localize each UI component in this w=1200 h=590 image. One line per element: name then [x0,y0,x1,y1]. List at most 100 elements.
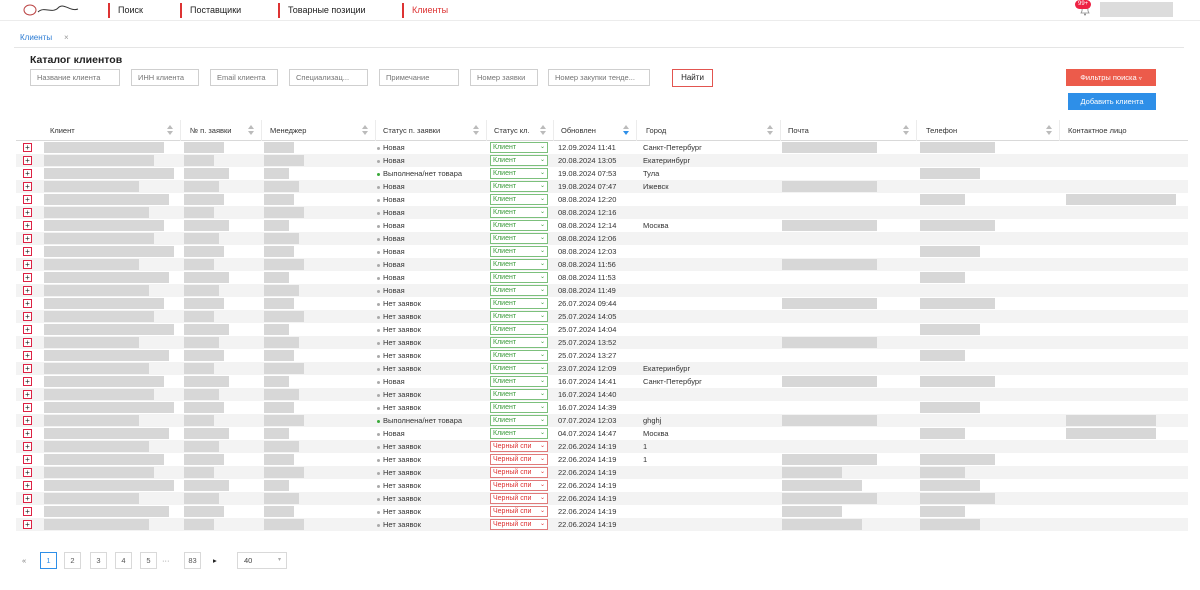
expand-row-icon[interactable]: + [23,208,32,217]
client-status-select[interactable]: Клиент ⌄ [490,350,548,361]
nav-search[interactable]: Поиск [108,3,143,18]
find-button[interactable]: Найти [672,69,713,87]
search-filters-button[interactable]: Фильтры поиска ▿ [1066,69,1156,86]
expand-row-icon[interactable]: + [23,143,32,152]
client-status-select[interactable]: Клиент ⌄ [490,194,548,205]
table-row[interactable]: + Новая Клиент ⌄ 08.08.2024 11:53 [16,271,1188,284]
col-contact[interactable]: Контактное лицо [1062,120,1188,141]
col-manager[interactable]: Менеджер [264,120,376,141]
expand-row-icon[interactable]: + [23,247,32,256]
sort-icon[interactable] [167,125,174,136]
table-row[interactable]: + Новая Клиент ⌄ 19.08.2024 07:47 Ижевск [16,180,1188,193]
expand-row-icon[interactable]: + [23,455,32,464]
table-row[interactable]: + Выполнена/нет товара Клиент ⌄ 19.08.2024 0… [16,167,1188,180]
request-number-input[interactable] [470,69,538,86]
table-row[interactable]: + Нет заявок Клиент ⌄ 25.07.2024 14:05 [16,310,1188,323]
logo-icon[interactable] [22,3,82,17]
table-row[interactable]: + Выполнена/нет товара Клиент ⌄ 07.07.2024 1… [16,414,1188,427]
col-phone[interactable]: Телефон [920,120,1060,141]
expand-row-icon[interactable]: + [23,182,32,191]
expand-row-icon[interactable]: + [23,390,32,399]
table-row[interactable]: + Новая Клиент ⌄ 08.08.2024 12:14 Москва [16,219,1188,232]
expand-row-icon[interactable]: + [23,195,32,204]
client-status-select[interactable]: Черный спи ⌄ [490,506,548,517]
expand-row-icon[interactable]: + [23,169,32,178]
table-row[interactable]: + Нет заявок Клиент ⌄ 16.07.2024 14:40 [16,388,1188,401]
expand-row-icon[interactable]: + [23,260,32,269]
expand-row-icon[interactable]: + [23,234,32,243]
expand-row-icon[interactable]: + [23,520,32,529]
expand-row-icon[interactable]: + [23,481,32,490]
col-city[interactable]: Город [640,120,781,141]
client-status-select[interactable]: Клиент ⌄ [490,207,548,218]
client-status-select[interactable]: Клиент ⌄ [490,337,548,348]
client-status-select[interactable]: Черный спи ⌄ [490,519,548,530]
page-size-select[interactable]: 40 ▾ [237,552,287,569]
table-row[interactable]: + Нет заявок Черный спи ⌄ 22.06.2024 14:19 [16,492,1188,505]
table-row[interactable]: + Нет заявок Клиент ⌄ 25.07.2024 14:04 [16,323,1188,336]
sort-icon[interactable] [1046,125,1053,136]
col-request-no[interactable]: № п. заявки [184,120,262,141]
table-row[interactable]: + Нет заявок Черный спи ⌄ 22.06.2024 14:19 [16,505,1188,518]
client-status-select[interactable]: Черный спи ⌄ [490,454,548,465]
specialization-input[interactable] [289,69,368,86]
table-row[interactable]: + Нет заявок Черный спи ⌄ 22.06.2024 14:19 [16,479,1188,492]
nav-products[interactable]: Товарные позиции [278,3,366,18]
expand-row-icon[interactable]: + [23,377,32,386]
note-input[interactable] [379,69,459,86]
close-icon[interactable]: × [64,33,69,42]
tender-number-input[interactable] [548,69,650,86]
expand-row-icon[interactable]: + [23,351,32,360]
client-status-select[interactable]: Клиент ⌄ [490,428,548,439]
client-status-select[interactable]: Черный спи ⌄ [490,493,548,504]
table-row[interactable]: + Новая Клиент ⌄ 04.07.2024 14:47 Москва [16,427,1188,440]
expand-row-icon[interactable]: + [23,507,32,516]
table-row[interactable]: + Нет заявок Черный спи ⌄ 22.06.2024 14:19 [16,518,1188,531]
client-status-select[interactable]: Черный спи ⌄ [490,480,548,491]
table-row[interactable]: + Новая Клиент ⌄ 08.08.2024 12:16 [16,206,1188,219]
client-status-select[interactable]: Клиент ⌄ [490,272,548,283]
expand-row-icon[interactable]: + [23,221,32,230]
table-row[interactable]: + Нет заявок Клиент ⌄ 25.07.2024 13:27 [16,349,1188,362]
client-status-select[interactable]: Клиент ⌄ [490,155,548,166]
client-status-select[interactable]: Клиент ⌄ [490,402,548,413]
expand-row-icon[interactable]: + [23,338,32,347]
expand-row-icon[interactable]: + [23,416,32,425]
expand-row-icon[interactable]: + [23,273,32,282]
table-row[interactable]: + Нет заявок Клиент ⌄ 25.07.2024 13:52 [16,336,1188,349]
table-row[interactable]: + Новая Клиент ⌄ 08.08.2024 12:03 [16,245,1188,258]
table-row[interactable]: + Нет заявок Клиент ⌄ 23.07.2024 12:09 Екатер… [16,362,1188,375]
prev-page-icon[interactable]: « [22,552,26,569]
client-status-select[interactable]: Клиент ⌄ [490,168,548,179]
client-status-select[interactable]: Клиент ⌄ [490,142,548,153]
page-3[interactable]: 3 [90,552,107,569]
table-row[interactable]: + Нет заявок Клиент ⌄ 26.07.2024 09:44 [16,297,1188,310]
expand-row-icon[interactable]: + [23,325,32,334]
client-name-input[interactable] [30,69,120,86]
expand-row-icon[interactable]: + [23,403,32,412]
client-email-input[interactable] [210,69,278,86]
client-status-select[interactable]: Клиент ⌄ [490,389,548,400]
client-status-select[interactable]: Черный спи ⌄ [490,441,548,452]
client-status-select[interactable]: Клиент ⌄ [490,220,548,231]
sort-icon[interactable] [248,125,255,136]
client-status-select[interactable]: Клиент ⌄ [490,181,548,192]
client-status-select[interactable]: Клиент ⌄ [490,311,548,322]
nav-suppliers[interactable]: Поставщики [180,3,241,18]
nav-clients[interactable]: Клиенты [402,3,448,18]
client-status-select[interactable]: Клиент ⌄ [490,285,548,296]
sort-icon[interactable] [362,125,369,136]
col-client-status[interactable]: Статус кл. [488,120,554,141]
table-row[interactable]: + Нет заявок Черный спи ⌄ 22.06.2024 14:19 1 [16,440,1188,453]
expand-row-icon[interactable]: + [23,468,32,477]
table-row[interactable]: + Нет заявок Черный спи ⌄ 22.06.2024 14:19 [16,466,1188,479]
page-last[interactable]: 83 [184,552,201,569]
client-status-select[interactable]: Клиент ⌄ [490,233,548,244]
expand-row-icon[interactable]: + [23,494,32,503]
sort-icon[interactable] [903,125,910,136]
col-request-status[interactable]: Статус п. заявки [377,120,487,141]
page-2[interactable]: 2 [64,552,81,569]
client-status-select[interactable]: Клиент ⌄ [490,363,548,374]
client-status-select[interactable]: Клиент ⌄ [490,298,548,309]
expand-row-icon[interactable]: + [23,286,32,295]
